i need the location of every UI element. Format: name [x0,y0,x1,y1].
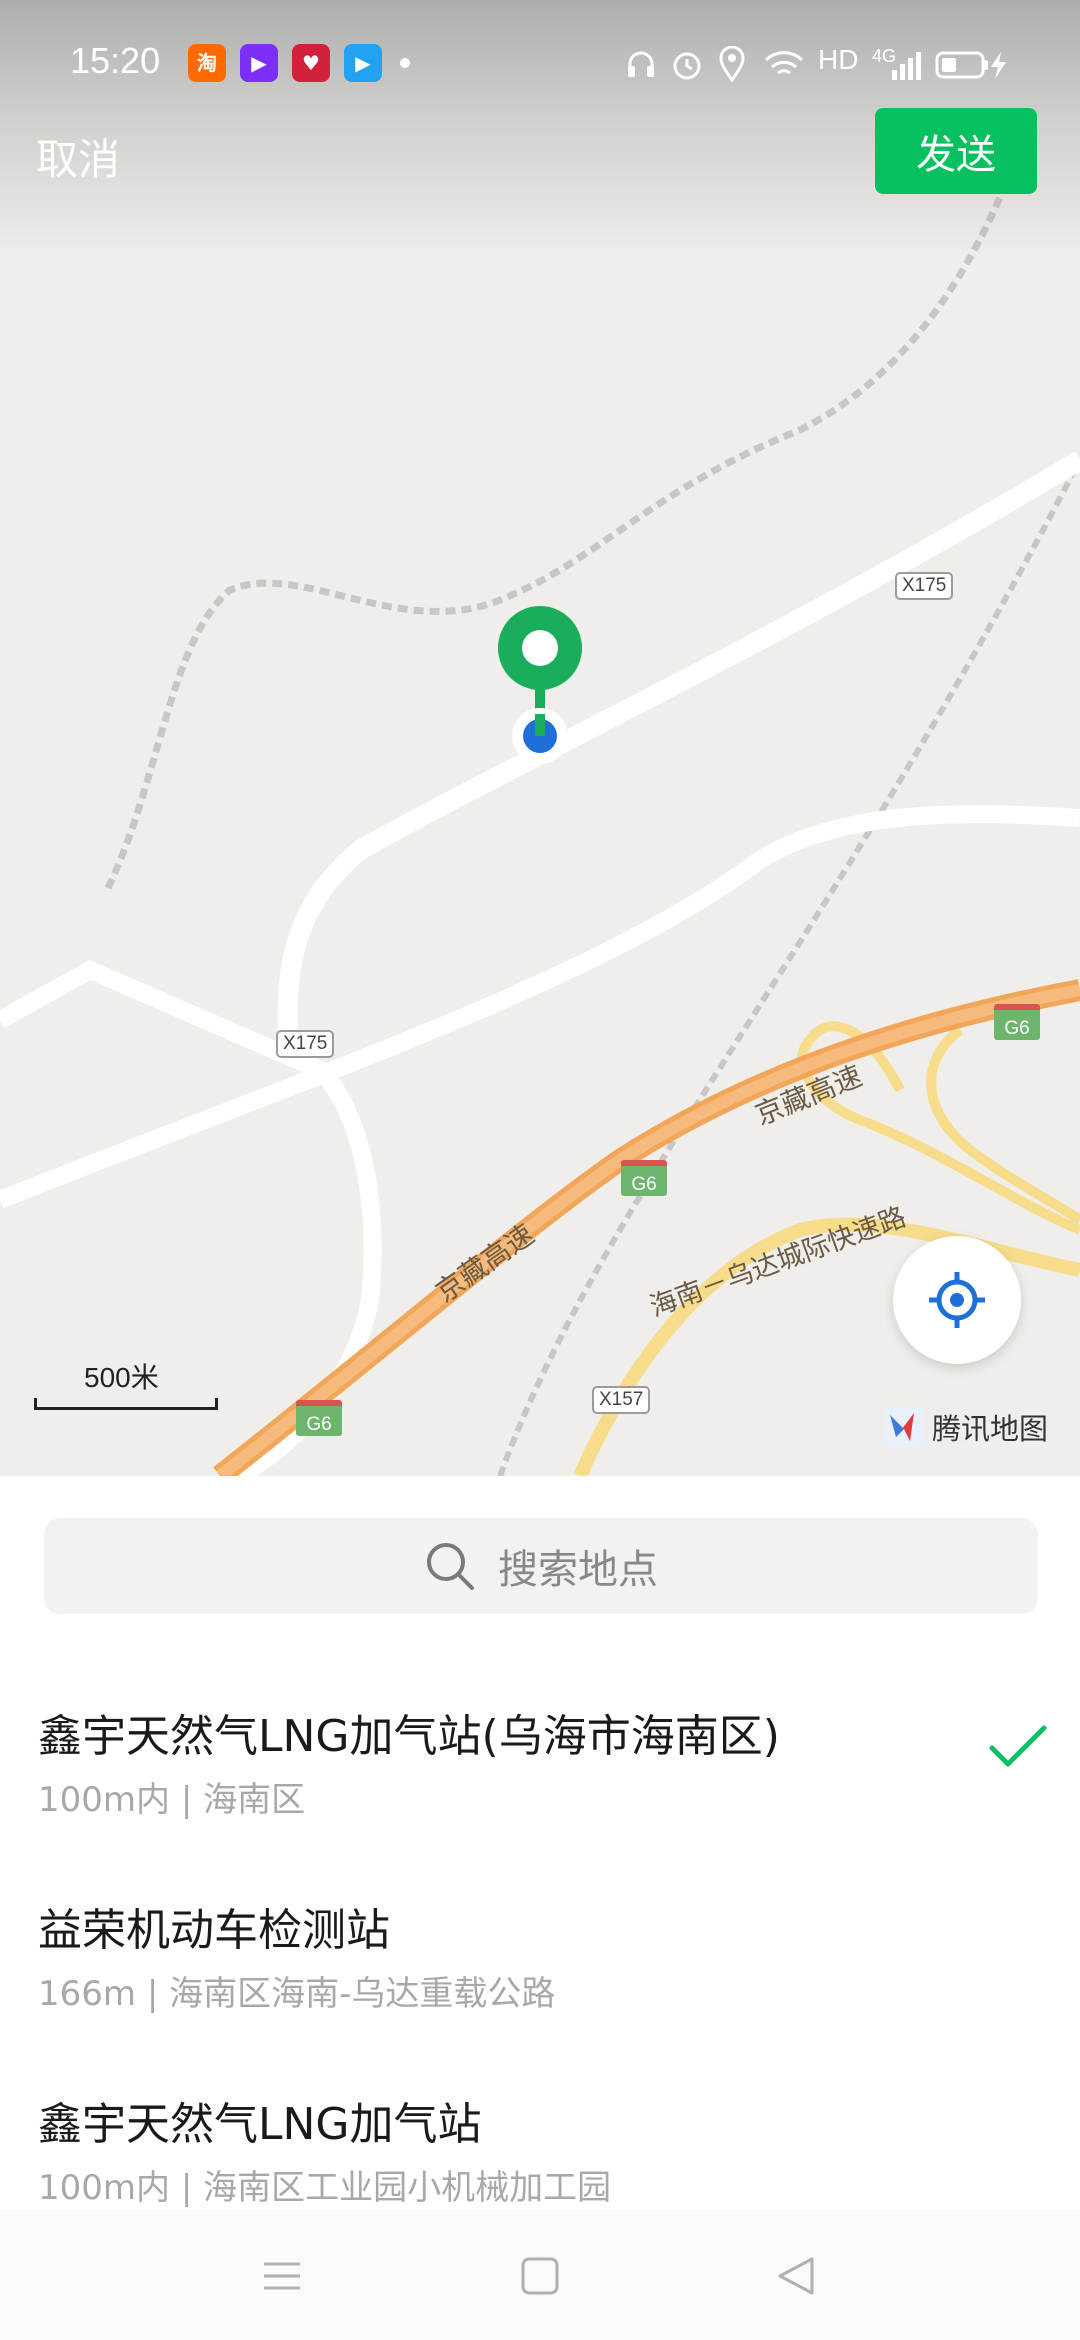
network-type-label: HD [818,44,859,75]
search-input[interactable]: 搜索地点 [44,1518,1038,1614]
scale-bar [34,1398,218,1410]
location-icon [719,46,745,82]
home-square-icon [521,2257,559,2295]
crosshair-icon [929,1272,985,1328]
status-time: 15:20 [70,40,161,81]
place-detail: 100m内 | 海南区工业园小机械加工园 [38,2168,612,2208]
menu-icon [264,2262,300,2290]
battery-charging-icon [935,51,1006,79]
back-nav-button[interactable] [776,2256,816,2299]
system-nav-bar [0,2210,1080,2340]
tencent-video-icon: ▶ [344,44,382,82]
my-location-button[interactable] [893,1236,1021,1364]
search-placeholder: 搜索地点 [498,1547,658,1593]
expressway-tag: G6 [296,1400,342,1436]
headphone-icon [628,51,654,77]
place-item[interactable]: 鑫宇天然气LNG加气站(乌海市海南区) 100m内 | 海南区 [0,1660,1080,1854]
location-pin-icon[interactable] [495,604,585,774]
checkmark-icon [989,1725,1047,1767]
expressway-tag: G6 [994,1004,1040,1040]
tencent-map-logo-icon [884,1407,924,1447]
notification-dot-icon [400,58,410,68]
taobao-icon: 淘 [188,44,226,82]
road-tag: X175 [276,1030,335,1058]
place-detail: 100m内 | 海南区 [38,1780,306,1820]
map-view[interactable]: X175 X175 X157 G6 G6 G6 京藏高速 京藏高速 海南－乌达城… [0,0,1080,1476]
home-nav-button[interactable] [520,2256,560,2299]
map-brand: 腾讯地图 [884,1406,1048,1448]
cancel-button[interactable]: 取消 [36,126,120,187]
place-detail: 166m | 海南区海南-乌达重载公路 [38,1974,556,2014]
place-name: 鑫宇天然气LNG加气站(乌海市海南区) [38,1711,780,1762]
back-triangle-icon [778,2257,814,2295]
place-name: 益荣机动车检测站 [38,1905,390,1956]
shopping-app-icon: ♥ [292,44,330,82]
scale-label: 500米 [84,1362,159,1393]
video-app-icon: ▶ [240,44,278,82]
road-tag: X175 [895,572,954,600]
alarm-icon [673,52,701,80]
signal-strength-icon [892,52,921,80]
wifi-icon [764,51,804,75]
place-list: 鑫宇天然气LNG加气站(乌海市海南区) 100m内 | 海南区 益荣机动车检测站… [0,1660,1080,2242]
expressway-tag: G6 [621,1160,667,1196]
search-icon [427,1543,474,1590]
place-item[interactable]: 益荣机动车检测站 166m | 海南区海南-乌达重载公路 [0,1854,1080,2048]
menu-nav-button[interactable] [262,2256,302,2299]
brand-label: 腾讯地图 [932,1412,1049,1446]
place-name: 鑫宇天然气LNG加气站 [38,2099,482,2150]
road-tag: X157 [592,1386,651,1414]
send-button[interactable]: 发送 [875,108,1037,194]
